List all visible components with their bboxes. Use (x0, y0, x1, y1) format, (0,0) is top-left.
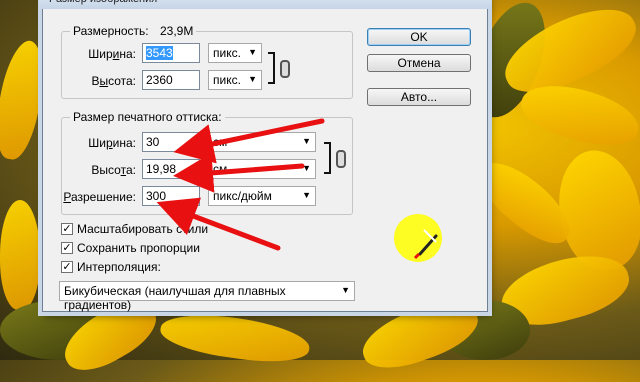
cancel-button[interactable]: Отмена (367, 54, 471, 72)
chevron-down-icon: ▼ (302, 136, 311, 146)
image-size-dialog: Размер изображения Размерность: 23,9M Ши… (39, 0, 491, 312)
resample-method-select[interactable]: Бикубическая (наилучшая для плавных град… (59, 281, 355, 312)
resample-label: Интерполяция: (77, 260, 161, 274)
pixel-width-unit-select[interactable]: пикс. ▼ (208, 43, 262, 63)
pixel-height-unit-select[interactable]: пикс. ▼ (208, 70, 262, 90)
pixel-width-label: Ширина: (88, 47, 136, 61)
resolution-input[interactable]: 300 (142, 186, 200, 206)
pixel-height-input[interactable]: 2360 (142, 70, 200, 90)
pixel-dimensions-title: Размерность: 23,9M (70, 24, 197, 38)
ok-button[interactable]: OK (367, 28, 471, 46)
link-bracket-icon (324, 142, 331, 174)
chevron-down-icon: ▼ (341, 285, 350, 295)
resolution-label: Разрешение: (63, 190, 136, 204)
doc-width-unit-select[interactable]: см ▼ (208, 132, 316, 152)
doc-height-label: Высота: (91, 163, 136, 177)
chain-link-icon (280, 60, 290, 78)
document-size-group: Размер печатного оттиска: Ширина: 30 см ▼… (61, 110, 353, 215)
pixel-dimensions-size: 23,9M (159, 24, 194, 38)
pixel-width-input[interactable]: 3543 (142, 43, 200, 63)
constrain-proportions-checkbox[interactable]: ✓ (61, 242, 73, 254)
chevron-down-icon: ▼ (302, 163, 311, 173)
cursor-highlight (394, 214, 442, 262)
chevron-down-icon: ▼ (302, 190, 311, 200)
link-bracket-icon (268, 52, 275, 84)
chevron-down-icon: ▼ (248, 74, 257, 84)
constrain-proportions-label: Сохранить пропорции (77, 241, 200, 255)
doc-width-label: Ширина: (88, 136, 136, 150)
doc-height-input[interactable]: 19,98 (142, 159, 200, 179)
chevron-down-icon: ▼ (248, 47, 257, 57)
document-size-title: Размер печатного оттиска: (70, 110, 225, 124)
pixel-dimensions-group: Размерность: 23,9M Ширина: 3543 пикс. ▼ В… (61, 24, 353, 99)
window-title[interactable]: Размер изображения (39, 0, 491, 9)
resolution-unit-select[interactable]: пикс/дюйм ▼ (208, 186, 316, 206)
auto-button[interactable]: Авто... (367, 88, 471, 106)
pixel-height-label: Высота: (91, 74, 136, 88)
resample-checkbox[interactable]: ✓ (61, 261, 73, 273)
scale-styles-checkbox[interactable]: ✓ (61, 223, 73, 235)
chain-link-icon (336, 150, 346, 168)
scale-styles-label: Масштабировать стили (77, 222, 209, 236)
doc-height-unit-select[interactable]: см ▼ (208, 159, 316, 179)
doc-width-input[interactable]: 30 (142, 132, 200, 152)
